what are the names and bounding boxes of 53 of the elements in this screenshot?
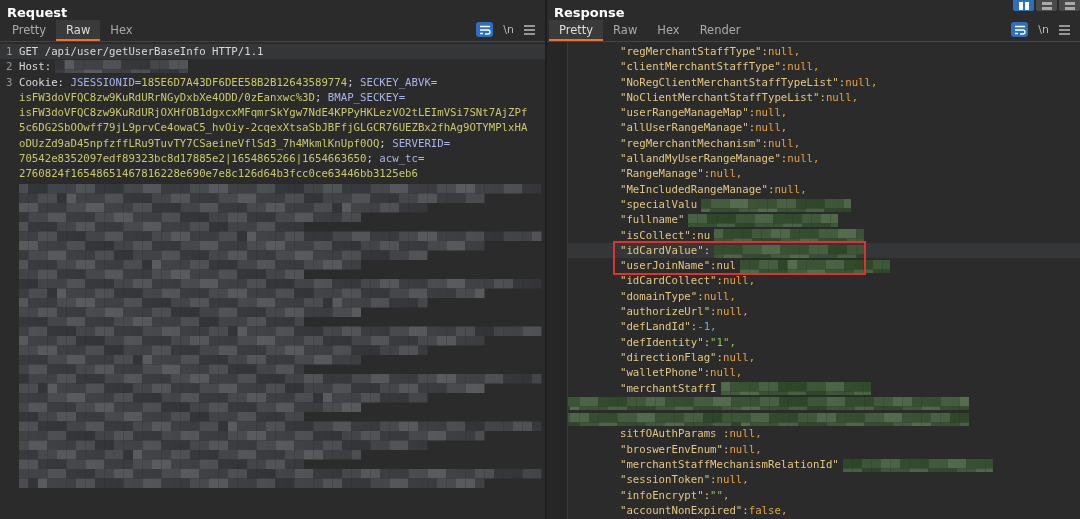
json-line: "sessionToken":null, — [620, 472, 749, 488]
view-tab[interactable]: Render — [689, 20, 751, 41]
line-number: 1 — [6, 44, 14, 60]
panel-title: Request — [7, 5, 68, 20]
layout-button[interactable] — [1013, 0, 1034, 11]
json-line: "domainType":null, — [620, 288, 736, 305]
code-line: Cookie: JSESSIONID=185E6D7A43DF6DEE58B2B12643589774; SECKEY_ABVK= isFW3doVFQC8zw9KuRdURrNGyDxbXe4ODD/0zEanxwc%3D; BMAP_SECKEY= isFW3doVFQC8zw9KuRdURjOXHfOB1dgxcxMFqmrSkYgw7NdE4KPPyHKLezVO2tLEImVSi7SNt7AjZPf 5c6DG2SbOOwff79jL9prvCe4owaC5_hvOiy-2cqexXtsaSbJBFfjGLGCR76UEZBx2fhAg9OTYMPlxHA oDUzZd9aD45npfzffLRu9TuvTY7CSaeineVflSd3_7h4MkmlKnUpf0OQ; SERVERID= 70542e8352097edf89323bc8d17885e2|1654865266|1654663650; acw_tc= 2760824f16548651467816228e690e7e8c126d64b3fcc0ce63446bb3125eb6 — [19, 74, 529, 182]
json-line: "regMerchantStaffType":null, — [620, 44, 801, 60]
json-line: "allUserRangeManage":null, — [620, 120, 788, 136]
view-tab[interactable]: Hex — [100, 20, 143, 41]
json-line: "regMerchantMechanism":null, — [620, 135, 801, 152]
json-line: "NoClientMerchantStaffTypeList":null, — [620, 89, 859, 106]
view-tab[interactable]: Pretty — [2, 20, 57, 41]
menu-icon[interactable] — [1059, 24, 1070, 35]
json-line: "infoEncrypt":"", — [620, 487, 730, 503]
json-line: "broswerEnvEnum":null, — [620, 441, 762, 457]
json-line: "defLandId":-1, — [620, 319, 717, 335]
json-line: "userJoinName":nul — [620, 258, 736, 274]
line-number: 2 — [6, 59, 14, 75]
json-line: "RangeManage":null, — [620, 166, 743, 182]
layout-button[interactable] — [1059, 0, 1080, 11]
json-line: "fullname" — [620, 212, 685, 228]
newline-toggle[interactable]: \n — [503, 23, 514, 36]
newline-toggle[interactable]: \n — [1038, 23, 1049, 36]
json-line: "idCardValue": — [620, 242, 711, 259]
json-line: "allandMyUserRangeManage":null, — [620, 151, 820, 167]
json-line: "merchantStaffI — [620, 380, 717, 396]
code-line: Host: — [19, 59, 52, 75]
json-line: "accountNonExpired":false, — [620, 502, 788, 519]
json-line: "userRangeManageMap":null, — [620, 105, 788, 121]
json-line: "isCollect":nu — [620, 227, 711, 243]
json-line: "authorizeUrl":null, — [620, 304, 749, 320]
menu-icon[interactable] — [524, 24, 535, 35]
json-line: "merchantStaffMechanismRelationId" — [620, 457, 839, 473]
json-line: "MeIncludedRangeManage":null, — [620, 181, 807, 197]
json-line: "NoRegClientMerchantStaffTypeList":null, — [620, 74, 878, 90]
json-line: "clientMerchantStaffType":null, — [620, 59, 820, 75]
panel-title: Response — [554, 5, 625, 20]
json-line: "walletPhone":null, — [620, 365, 743, 381]
json-line: sitfOAuthParams :null, — [620, 426, 762, 442]
json-line: "directionFlag":null, — [620, 349, 756, 366]
view-tab[interactable]: Raw — [56, 20, 101, 41]
wrap-toggle-icon[interactable] — [1011, 22, 1029, 37]
line-number: 3 — [6, 74, 14, 90]
layout-button[interactable] — [1036, 0, 1057, 11]
json-line: "idCardCollect":null, — [620, 273, 756, 289]
view-tab[interactable]: Raw — [603, 20, 648, 41]
json-line: "defIdentity":"1", — [620, 334, 736, 350]
json-line: "specialValu — [620, 196, 698, 213]
code-line: GET /api/user/getUserBaseInfo HTTP/1.1 — [19, 44, 264, 60]
view-tab[interactable]: Pretty — [549, 20, 604, 41]
wrap-toggle-icon[interactable] — [476, 22, 494, 37]
view-tab[interactable]: Hex — [647, 20, 690, 41]
